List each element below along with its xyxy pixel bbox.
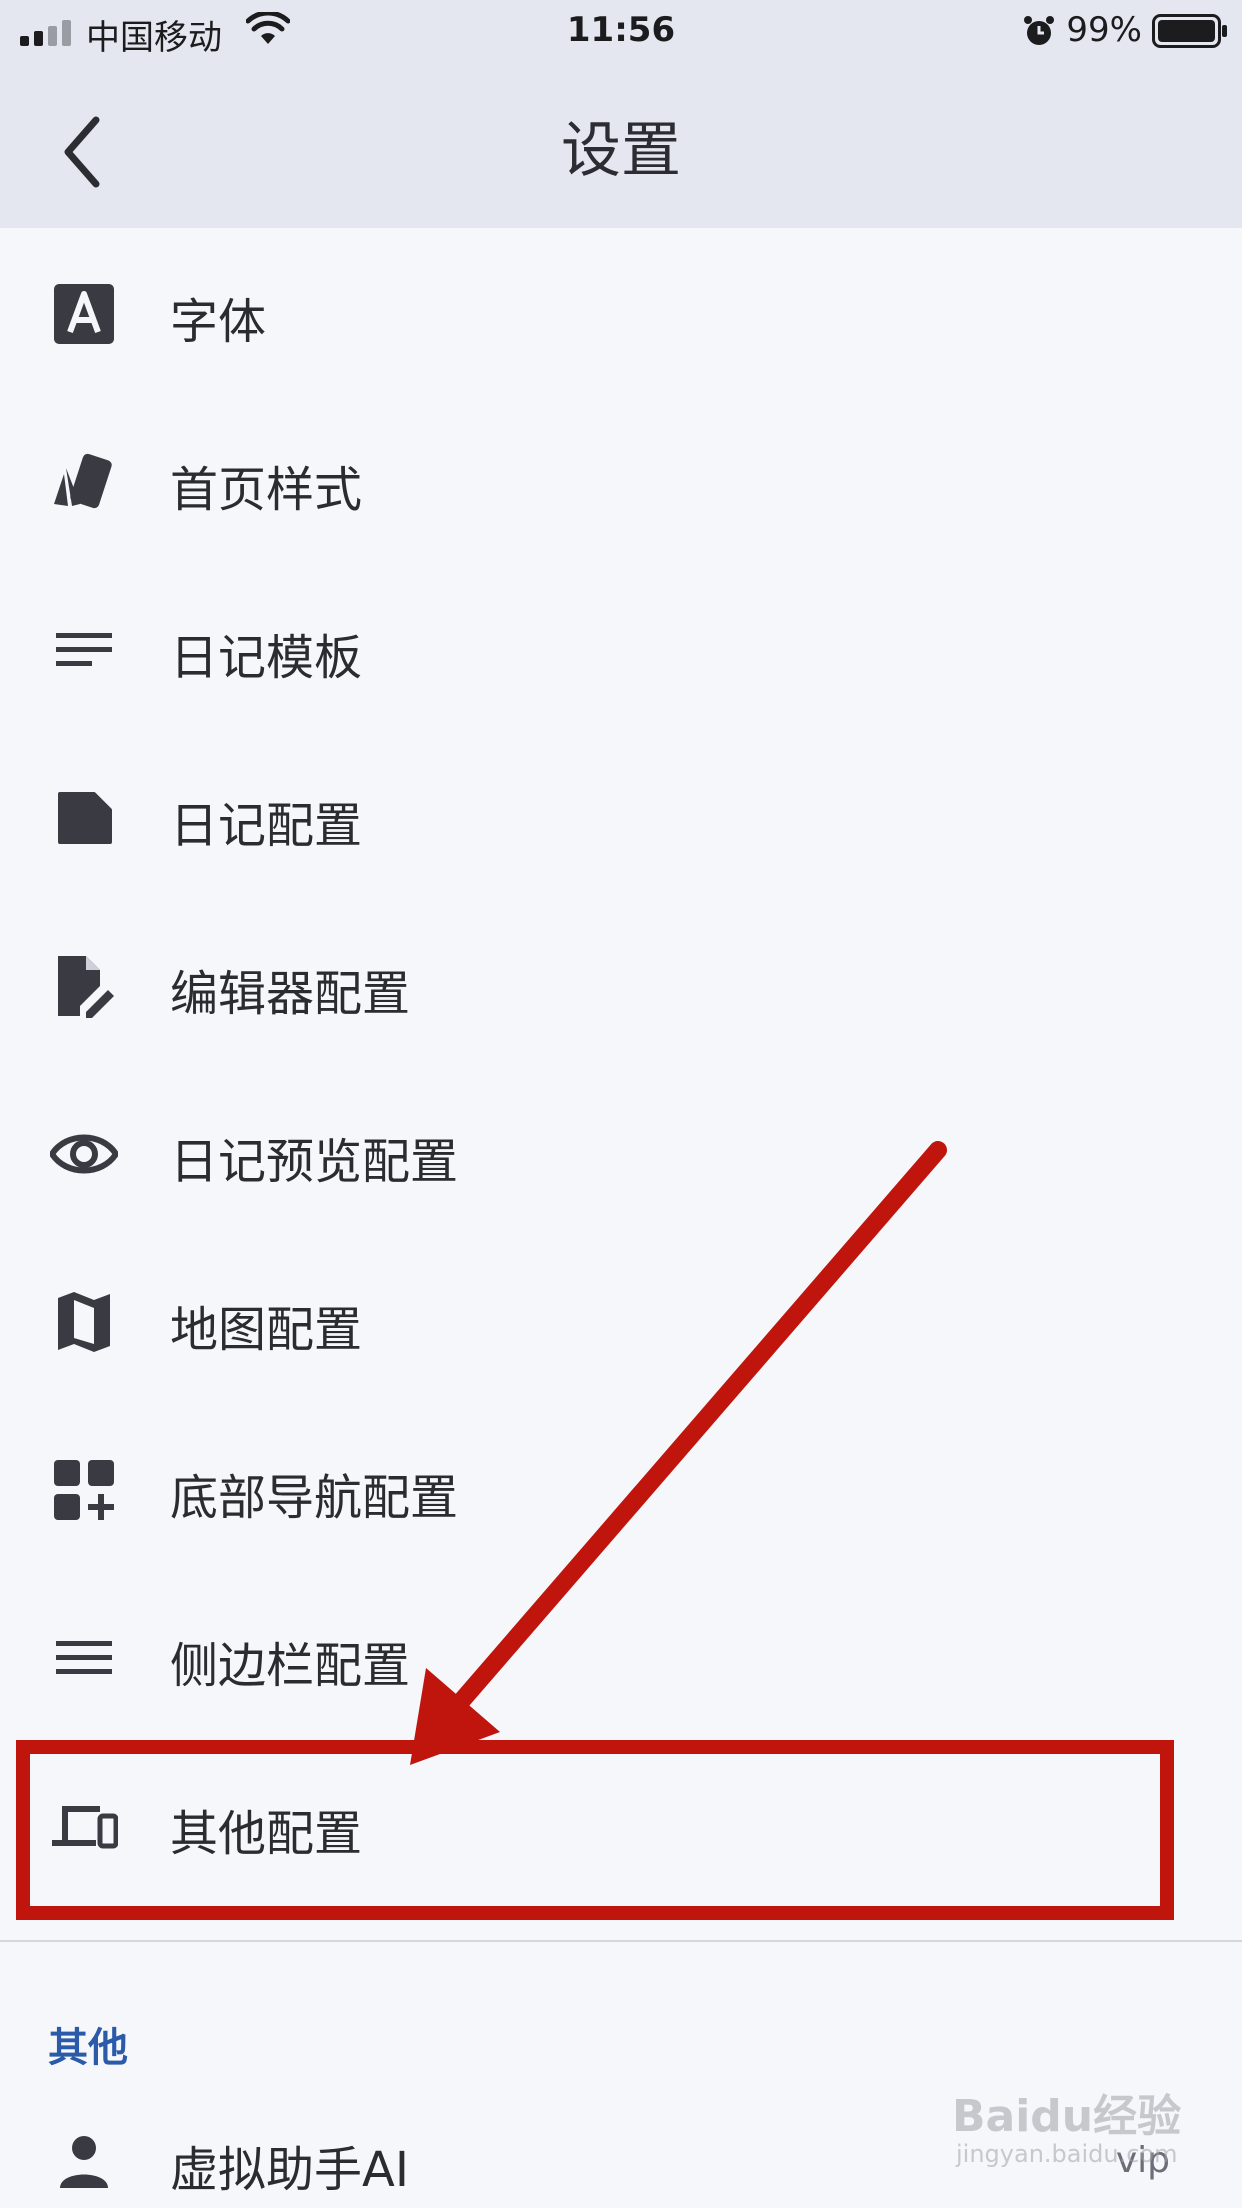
edit-file-icon <box>58 956 114 1018</box>
setting-label: 日记配置 <box>170 798 363 854</box>
setting-label: 地图配置 <box>170 1302 363 1358</box>
setting-map-config[interactable]: 地图配置 <box>0 1236 1242 1404</box>
eye-icon <box>50 1134 118 1174</box>
battery-percentage: 99% <box>1066 10 1142 50</box>
battery-icon <box>1152 14 1227 48</box>
navigation-bar: 设置 <box>0 62 1242 228</box>
setting-label: 日记模板 <box>170 630 363 686</box>
setting-home-style[interactable]: 首页样式 <box>0 396 1242 564</box>
highlight-box <box>16 1740 1174 1920</box>
setting-label: 日记预览配置 <box>170 1134 459 1190</box>
setting-label: 侧边栏配置 <box>170 1638 411 1694</box>
setting-editor-config[interactable]: 编辑器配置 <box>0 900 1242 1068</box>
lines-icon <box>56 633 112 666</box>
status-bar: 中国移动 11:56 99% <box>0 0 1242 62</box>
setting-label: 编辑器配置 <box>170 966 411 1022</box>
watermark-logo: Baidu经验 <box>952 2091 1182 2142</box>
setting-diary-preview[interactable]: 日记预览配置 <box>0 1068 1242 1236</box>
note-icon <box>58 792 112 844</box>
setting-label: 底部导航配置 <box>170 1470 459 1526</box>
setting-label: 字体 <box>170 294 267 350</box>
page-title: 设置 <box>561 116 681 186</box>
section-divider <box>0 1940 1242 1942</box>
map-icon <box>58 1292 110 1352</box>
setting-sidebar[interactable]: 侧边栏配置 <box>0 1572 1242 1740</box>
alarm-icon <box>1024 16 1054 45</box>
setting-diary-template[interactable]: 日记模板 <box>0 564 1242 732</box>
setting-font[interactable]: 字体 <box>0 228 1242 396</box>
setting-bottom-nav[interactable]: 底部导航配置 <box>0 1404 1242 1572</box>
font-icon <box>54 284 114 344</box>
menu-icon <box>56 1641 112 1674</box>
watermark-url: jingyan.baidu.com <box>956 2140 1178 2168</box>
setting-label: 首页样式 <box>170 462 363 518</box>
setting-diary-config[interactable]: 日记配置 <box>0 732 1242 900</box>
grid-add-icon <box>54 1460 114 1520</box>
section-title-other: 其他 <box>48 2025 128 2071</box>
style-cards-icon <box>54 453 112 509</box>
settings-list: 字体 首页样式 日记模板 日记配置 编辑器配置 日记预览配置 地图配置 底部导航… <box>0 228 1242 1908</box>
setting-label: 虚拟助手AI <box>170 2142 409 2198</box>
person-icon <box>60 2136 108 2188</box>
